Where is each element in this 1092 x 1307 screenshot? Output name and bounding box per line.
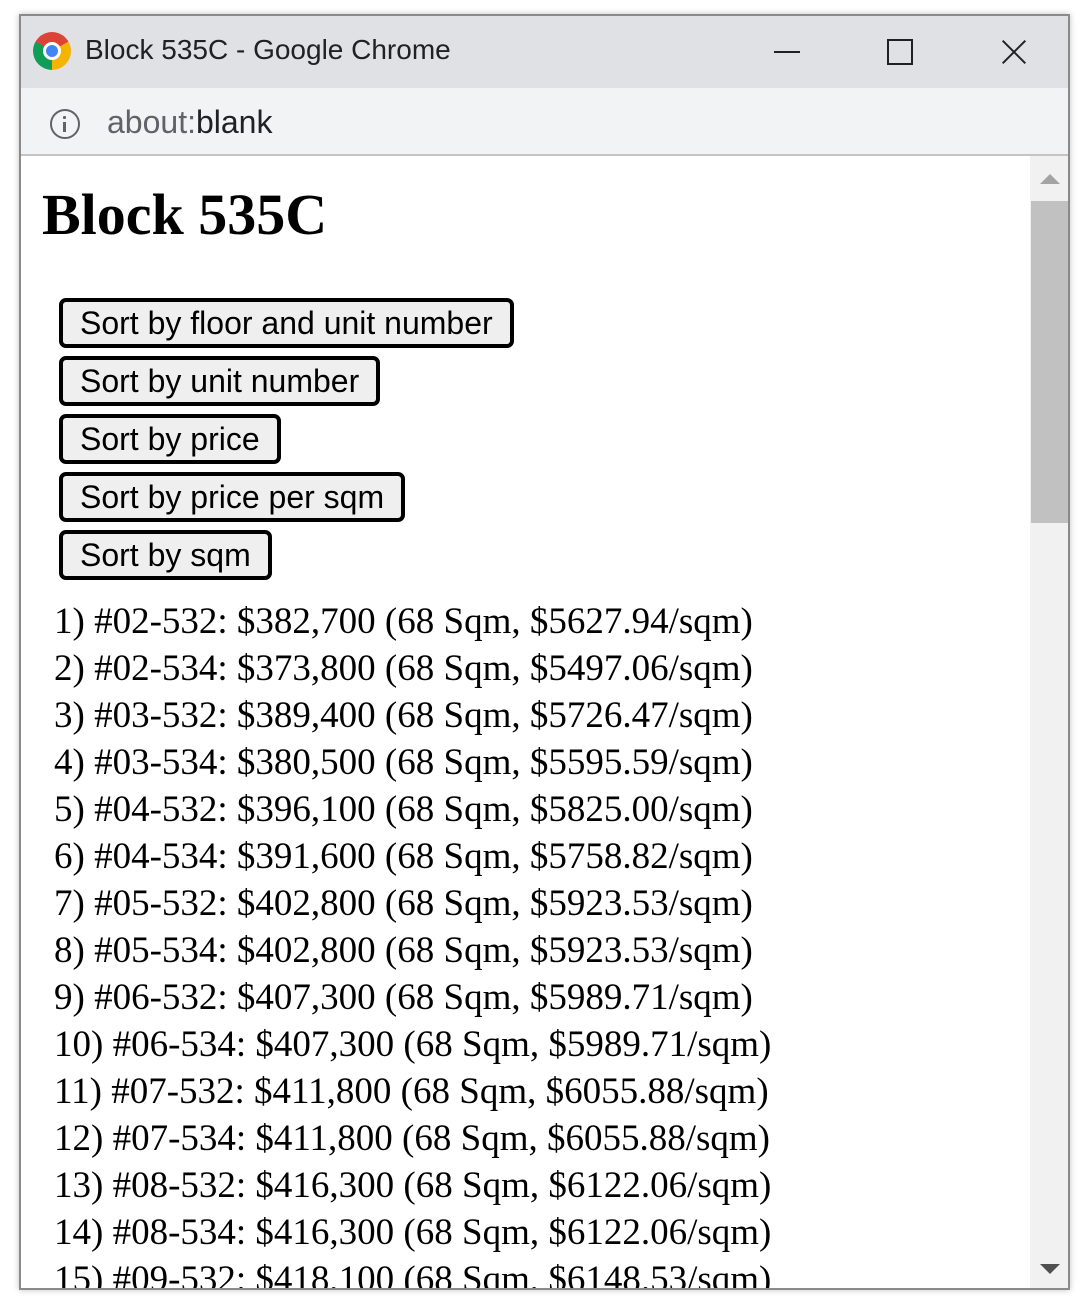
list-item: 2) #02-534: $373,800 (68 Sqm, $5497.06/s… — [54, 648, 753, 689]
unit-list: 1) #02-532: $382,700 (68 Sqm, $5627.94/s… — [54, 598, 771, 1288]
list-item: 10) #06-534: $407,300 (68 Sqm, $5989.71/… — [54, 1024, 772, 1065]
vertical-scrollbar[interactable] — [1030, 156, 1068, 1288]
list-item: 14) #08-534: $416,300 (68 Sqm, $6122.06/… — [54, 1212, 772, 1253]
chrome-logo-icon — [33, 32, 71, 70]
maximize-button[interactable] — [872, 28, 928, 76]
list-item: 1) #02-532: $382,700 (68 Sqm, $5627.94/s… — [54, 601, 753, 642]
minimize-icon — [774, 51, 800, 53]
scroll-thumb[interactable] — [1031, 201, 1068, 523]
browser-window: Block 535C - Google Chrome about:blank B… — [19, 14, 1070, 1290]
list-item: 15) #09-532: $418,100 (68 Sqm, $6148.53/… — [54, 1259, 772, 1288]
window-title: Block 535C - Google Chrome — [85, 34, 451, 65]
sort-by-price-per-sqm-button[interactable]: Sort by price per sqm — [59, 472, 406, 522]
url-scheme: about: — [107, 104, 196, 140]
list-item: 11) #07-532: $411,800 (68 Sqm, $6055.88/… — [54, 1071, 769, 1112]
sort-by-price-button[interactable]: Sort by price — [59, 414, 281, 464]
list-item: 3) #03-532: $389,400 (68 Sqm, $5726.47/s… — [54, 695, 753, 736]
title-bar[interactable]: Block 535C - Google Chrome — [21, 16, 1068, 88]
url-path: blank — [195, 104, 273, 140]
sort-by-sqm-button[interactable]: Sort by sqm — [59, 530, 272, 580]
list-item: 7) #05-532: $402,800 (68 Sqm, $5923.53/s… — [54, 883, 753, 924]
page-viewport: Block 535C Sort by floor and unit number… — [21, 156, 1030, 1288]
close-button[interactable] — [986, 28, 1042, 76]
list-item: 5) #04-532: $396,100 (68 Sqm, $5825.00/s… — [54, 789, 753, 830]
scroll-up-arrow-icon[interactable] — [1040, 174, 1060, 184]
url-text[interactable]: about:blank — [107, 104, 272, 141]
page-title: Block 535C — [42, 182, 328, 247]
sort-by-floor-and-unit-button[interactable]: Sort by floor and unit number — [59, 298, 514, 348]
list-item: 13) #08-532: $416,300 (68 Sqm, $6122.06/… — [54, 1165, 772, 1206]
sort-buttons: Sort by floor and unit number Sort by un… — [59, 298, 514, 588]
list-item: 12) #07-534: $411,800 (68 Sqm, $6055.88/… — [54, 1118, 771, 1159]
address-bar[interactable]: about:blank — [21, 88, 1068, 156]
minimize-button[interactable] — [759, 28, 815, 76]
list-item: 6) #04-534: $391,600 (68 Sqm, $5758.82/s… — [54, 836, 753, 877]
list-item: 4) #03-534: $380,500 (68 Sqm, $5595.59/s… — [54, 742, 753, 783]
maximize-icon — [887, 39, 913, 65]
list-item: 9) #06-532: $407,300 (68 Sqm, $5989.71/s… — [54, 977, 753, 1018]
list-item: 8) #05-534: $402,800 (68 Sqm, $5923.53/s… — [54, 930, 753, 971]
sort-by-unit-button[interactable]: Sort by unit number — [59, 356, 381, 406]
scroll-down-arrow-icon[interactable] — [1040, 1264, 1060, 1274]
close-icon — [1000, 38, 1028, 66]
site-info-icon[interactable] — [50, 109, 80, 139]
